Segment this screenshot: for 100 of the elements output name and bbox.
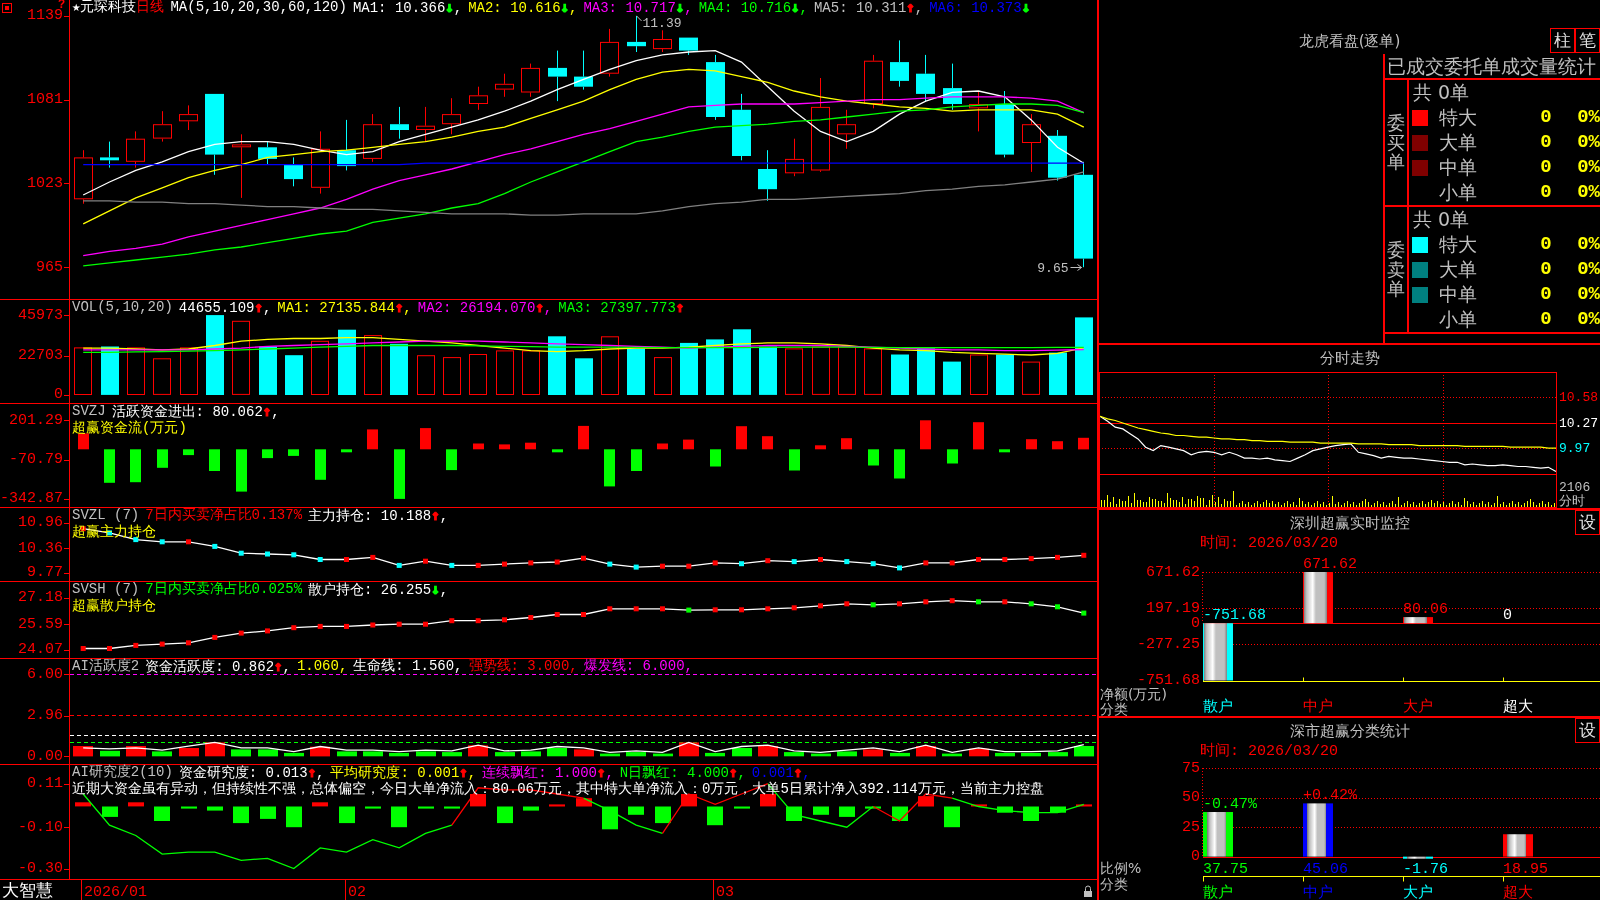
order-count: 0 (1539, 180, 1553, 205)
order-count: 0 (1539, 232, 1553, 257)
order-size-label: 大单 (1439, 257, 1478, 282)
legend-text: 0.001↑, (751, 765, 811, 781)
order-percent: 0% (1576, 307, 1600, 332)
order-percent: 0% (1576, 282, 1600, 307)
change-label: -0.47% (1203, 796, 1257, 813)
order-percent: 0% (1576, 105, 1600, 130)
category-label: 散户 (1203, 697, 1233, 715)
date-label: 时间: 2026/03/20 (1199, 536, 1340, 552)
settings-button[interactable]: 设 (1575, 510, 1600, 535)
order-percent: 0% (1576, 180, 1600, 205)
value-label: 18.95 (1503, 861, 1548, 878)
legend-text: 资金活跃度: 0.862↑, (145, 659, 291, 675)
value-label: -751.68 (1203, 607, 1266, 625)
legend-text: 7日内买卖净占比0.025% (145, 582, 303, 598)
y-axis-label: 2.96 (27, 707, 63, 725)
value-label: 671.62 (1303, 556, 1357, 573)
category-label: 中户 (1303, 697, 1333, 715)
lock-icon (1084, 885, 1092, 897)
legend-text: MA5: 10.311↑, (813, 0, 924, 16)
price-axis-label: 10.27 (1559, 415, 1598, 431)
time-axis-label: 2026/01 (84, 884, 147, 900)
panel-title: 龙虎看盘(逐单) (1297, 31, 1402, 52)
y-axis-label: 25 (1182, 818, 1200, 836)
value-label: 37.75 (1203, 861, 1248, 878)
legend-text: 活跃资金进出: 80.062↑, (111, 404, 280, 420)
table-title: 已成交委托单成交量统计 (1385, 54, 1600, 80)
legend-text: SVZL (7) (72, 508, 140, 524)
y-axis-label: 22703 (18, 347, 63, 365)
y-axis-label: 27.18 (18, 589, 63, 607)
order-total: 共 0单 (1412, 207, 1471, 232)
group-label: 委卖单 (1387, 239, 1405, 300)
y-axis-label: 1139 (27, 7, 63, 25)
y-axis-label: -277.25 (1137, 635, 1200, 653)
order-count: 0 (1539, 105, 1553, 130)
y-axis-label: 6.00 (27, 665, 63, 683)
legend-text: MA3: 10.717↓, (583, 0, 693, 16)
legend-text: 7日内买卖净占比0.137% (145, 508, 303, 524)
legend-text: 平均研究度: 0.001↑, (330, 765, 477, 781)
legend-text: MA(5,10,20,30,60,120) (170, 0, 347, 16)
y-axis-label: 10.36 (18, 539, 63, 557)
price-annotation: 9.65 (1037, 260, 1069, 276)
y-axis-label: -0.30 (18, 860, 63, 878)
panel-title: 分时走势 (1318, 348, 1381, 369)
value-label: 0 (1503, 607, 1512, 625)
legend-text: VOL(5,10,20) (72, 300, 173, 316)
toggle-button[interactable]: 笔 (1575, 28, 1600, 53)
order-percent: 0% (1576, 232, 1600, 257)
axis-title: 分类 (1100, 701, 1128, 717)
y-axis-label: 10.96 (18, 514, 63, 532)
y-axis-label: 965 (36, 258, 63, 276)
legend-text: MA2: 26194.070↑, (417, 300, 553, 316)
time-axis-label: 02 (348, 884, 366, 900)
axis-title: 分类 (1100, 876, 1128, 892)
category-label: 中户 (1303, 883, 1333, 900)
order-percent: 0% (1576, 257, 1600, 282)
y-axis-label: -751.68 (1137, 672, 1200, 689)
order-size-label: 小单 (1439, 180, 1478, 205)
indicator-note: 超赢散户持仓 (72, 598, 157, 614)
y-axis-label: 45973 (18, 306, 63, 324)
order-total: 共 0单 (1412, 80, 1471, 105)
y-axis-label: 0.00 (27, 747, 63, 765)
y-axis-label: 0 (54, 386, 63, 404)
order-percent: 0% (1576, 130, 1600, 155)
category-label: 散户 (1203, 883, 1233, 900)
panel-title: 深圳超赢实时监控 (1288, 513, 1411, 534)
legend-text: MA1: 10.366↓, (352, 0, 463, 16)
legend-text: AI研究度2(10) (72, 765, 173, 781)
legend-text: MA1: 27135.844↑, (277, 300, 412, 316)
y-axis-label: 9.77 (27, 564, 63, 582)
y-axis-label: -70.79 (9, 451, 63, 469)
legend-text: 强势线: 3.000, (468, 659, 578, 675)
y-axis-label: -0.10 (18, 818, 63, 836)
y-axis-label: 25.59 (18, 615, 63, 633)
legend-text: N日飘红: 4.000↑, (619, 765, 746, 781)
order-size-label: 大单 (1439, 130, 1478, 155)
group-label: 委买单 (1387, 112, 1405, 173)
y-axis-label: 0.11 (27, 775, 63, 793)
y-axis-label: 1023 (27, 174, 63, 192)
panel-title: 深市超赢分类统计 (1288, 721, 1411, 742)
legend-text: 资金研究度: 0.013↑, (178, 765, 325, 781)
y-axis-label: 75 (1182, 759, 1200, 777)
legend-text: 生命线: 1.560, (353, 659, 463, 675)
toggle-button[interactable]: 柱 (1550, 28, 1575, 53)
category-label: 超大 (1503, 697, 1533, 715)
legend-text: SVSH (7) (72, 582, 140, 598)
settings-button[interactable]: 设 (1575, 718, 1600, 743)
category-label: 大户 (1403, 697, 1433, 715)
price-axis-label: 10.58 (1559, 389, 1598, 405)
axis-title: 净额(万元) (1100, 686, 1167, 702)
change-label: +0.42% (1303, 787, 1357, 805)
time-axis-label: 03 (716, 884, 734, 900)
legend-text: MA4: 10.716↓, (698, 0, 808, 16)
value-label: -1.76 (1403, 861, 1448, 878)
y-axis-label: 1081 (27, 91, 63, 109)
legend-text: 散户持仓: 26.255↓, (308, 582, 449, 598)
value-label: 45.06 (1303, 861, 1348, 878)
price-axis-label: 9.97 (1559, 440, 1591, 456)
y-axis-label: 671.62 (1146, 563, 1200, 581)
